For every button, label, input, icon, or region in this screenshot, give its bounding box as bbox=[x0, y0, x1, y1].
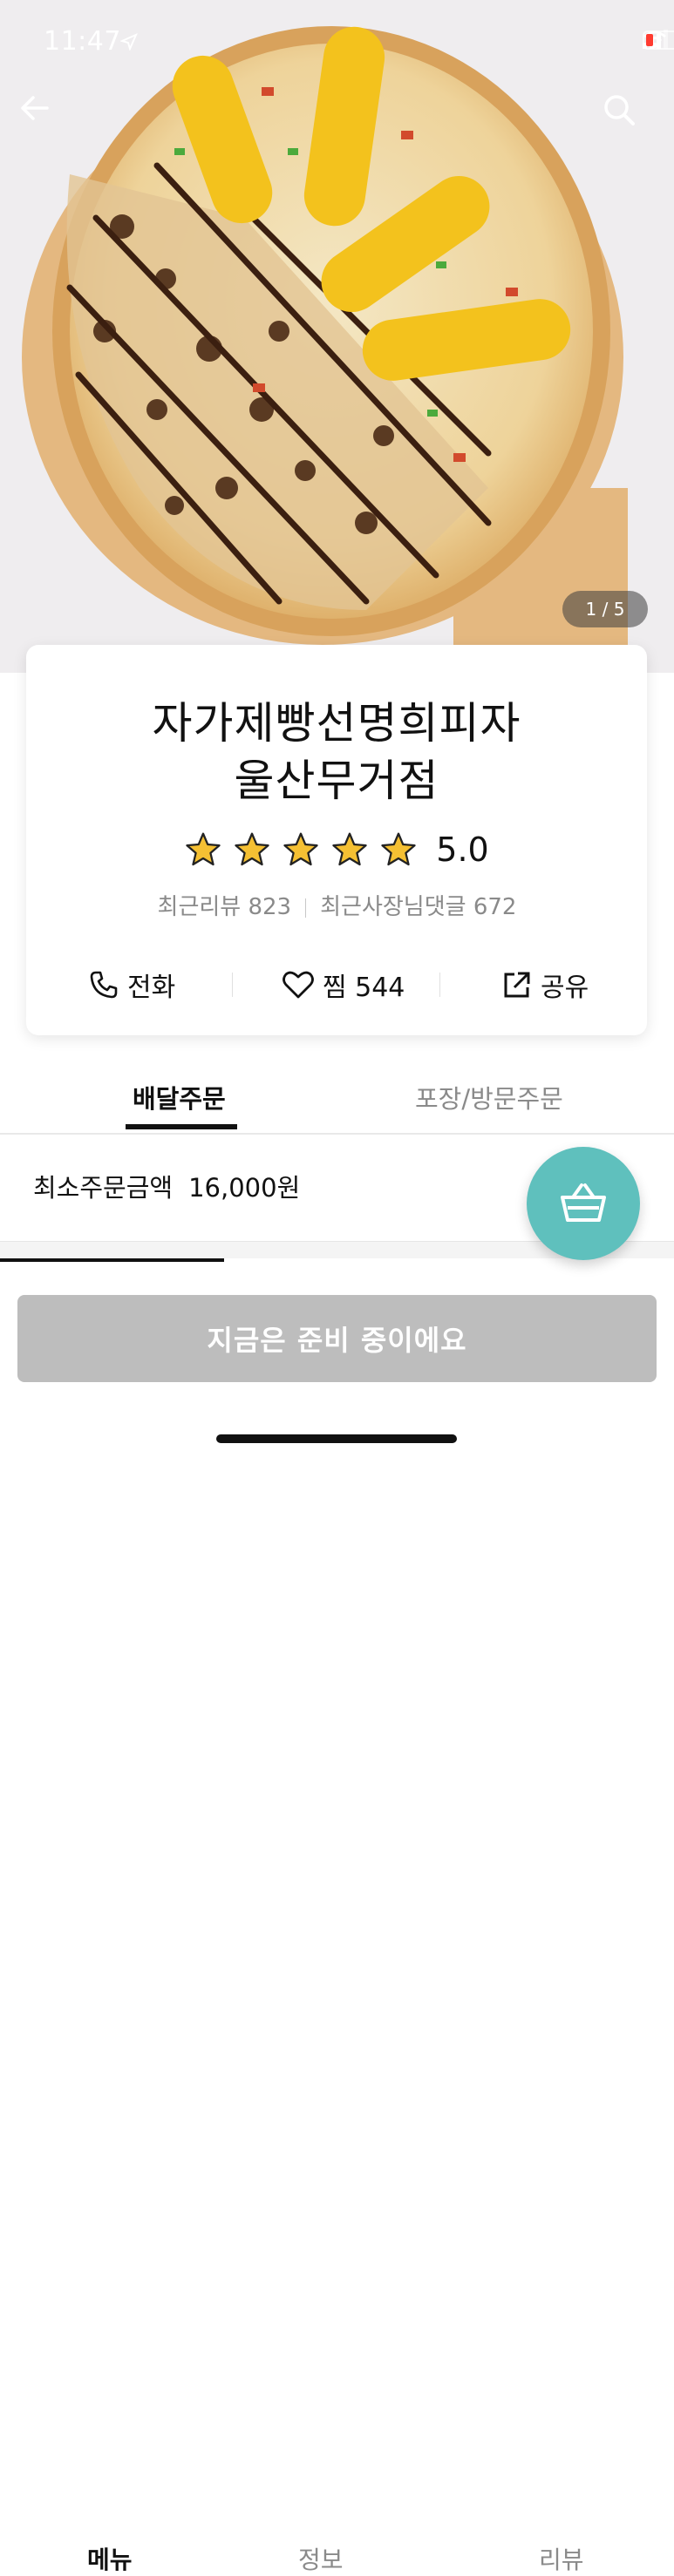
min-order-amount: 최소주문금액 16,000원 bbox=[33, 1168, 316, 1204]
active-subtab-indicator bbox=[0, 1258, 224, 1262]
call-label: 전화 bbox=[127, 973, 176, 1003]
basket-icon bbox=[561, 1183, 606, 1222]
share-label: 공유 bbox=[541, 973, 589, 1003]
search-icon bbox=[604, 95, 635, 125]
preparing-status-button[interactable]: 지금은 준비 중이에요 bbox=[17, 1295, 657, 1382]
heart-icon bbox=[283, 971, 314, 999]
image-page-counter: 1 / 5 bbox=[562, 591, 648, 627]
share-icon bbox=[504, 972, 530, 998]
action-separator bbox=[439, 973, 440, 997]
like-button[interactable]: 찜 544 bbox=[283, 957, 405, 1013]
owner-replies-count[interactable]: 최근사장님댓글 672 bbox=[320, 894, 516, 920]
star-icon bbox=[283, 832, 318, 866]
status-time: 11:47 bbox=[44, 26, 121, 57]
tab-pickup[interactable]: 포장/방문주문 bbox=[415, 1079, 563, 1115]
star-icon bbox=[381, 832, 416, 866]
review-separator bbox=[305, 898, 307, 918]
store-name-line2: 울산무거점 bbox=[234, 756, 439, 806]
store-actions: 전화 찜 544 공유 bbox=[26, 957, 647, 1013]
store-name-line1: 자가제빵선명희피자 bbox=[152, 698, 521, 749]
call-button[interactable]: 전화 bbox=[89, 957, 175, 1013]
hero-image[interactable]: 11:47 1 / 5 bbox=[0, 0, 674, 673]
phone-icon bbox=[90, 971, 118, 999]
active-tab-indicator bbox=[126, 1124, 237, 1129]
star-rating bbox=[185, 831, 417, 868]
order-type-tabs: 배달주문 포장/방문주문 bbox=[0, 1063, 674, 1135]
back-button[interactable] bbox=[19, 92, 71, 145]
tab-menu[interactable]: 메뉴 bbox=[87, 2541, 133, 2576]
min-order-label: 최소주문금액 bbox=[33, 1173, 174, 1203]
min-order-value: 16,000원 bbox=[188, 1173, 301, 1203]
star-icon bbox=[235, 832, 269, 866]
cart-button[interactable] bbox=[527, 1147, 640, 1260]
rating-row: 5.0 bbox=[0, 828, 674, 871]
rating-value: 5.0 bbox=[436, 830, 489, 869]
tab-review[interactable]: 리뷰 bbox=[539, 2541, 584, 2576]
location-arrow-icon bbox=[120, 33, 138, 51]
home-indicator bbox=[216, 1434, 457, 1443]
review-stats: 최근리뷰 823 최근사장님댓글 672 bbox=[0, 889, 674, 921]
star-icon bbox=[332, 832, 367, 866]
arrow-left-icon bbox=[21, 96, 49, 120]
tab-info[interactable]: 정보 bbox=[298, 2541, 344, 2576]
search-button[interactable] bbox=[602, 92, 654, 145]
pizza-photo bbox=[0, 0, 674, 673]
recent-reviews-count[interactable]: 최근리뷰 823 bbox=[158, 894, 292, 920]
tab-delivery[interactable]: 배달주문 bbox=[133, 1079, 226, 1115]
share-button[interactable]: 공유 bbox=[502, 957, 589, 1013]
action-separator bbox=[232, 973, 233, 997]
star-icon bbox=[186, 832, 221, 866]
status-bar: 11:47 bbox=[0, 0, 674, 84]
like-count-label: 찜 544 bbox=[323, 973, 405, 1003]
battery-icon bbox=[643, 31, 674, 50]
